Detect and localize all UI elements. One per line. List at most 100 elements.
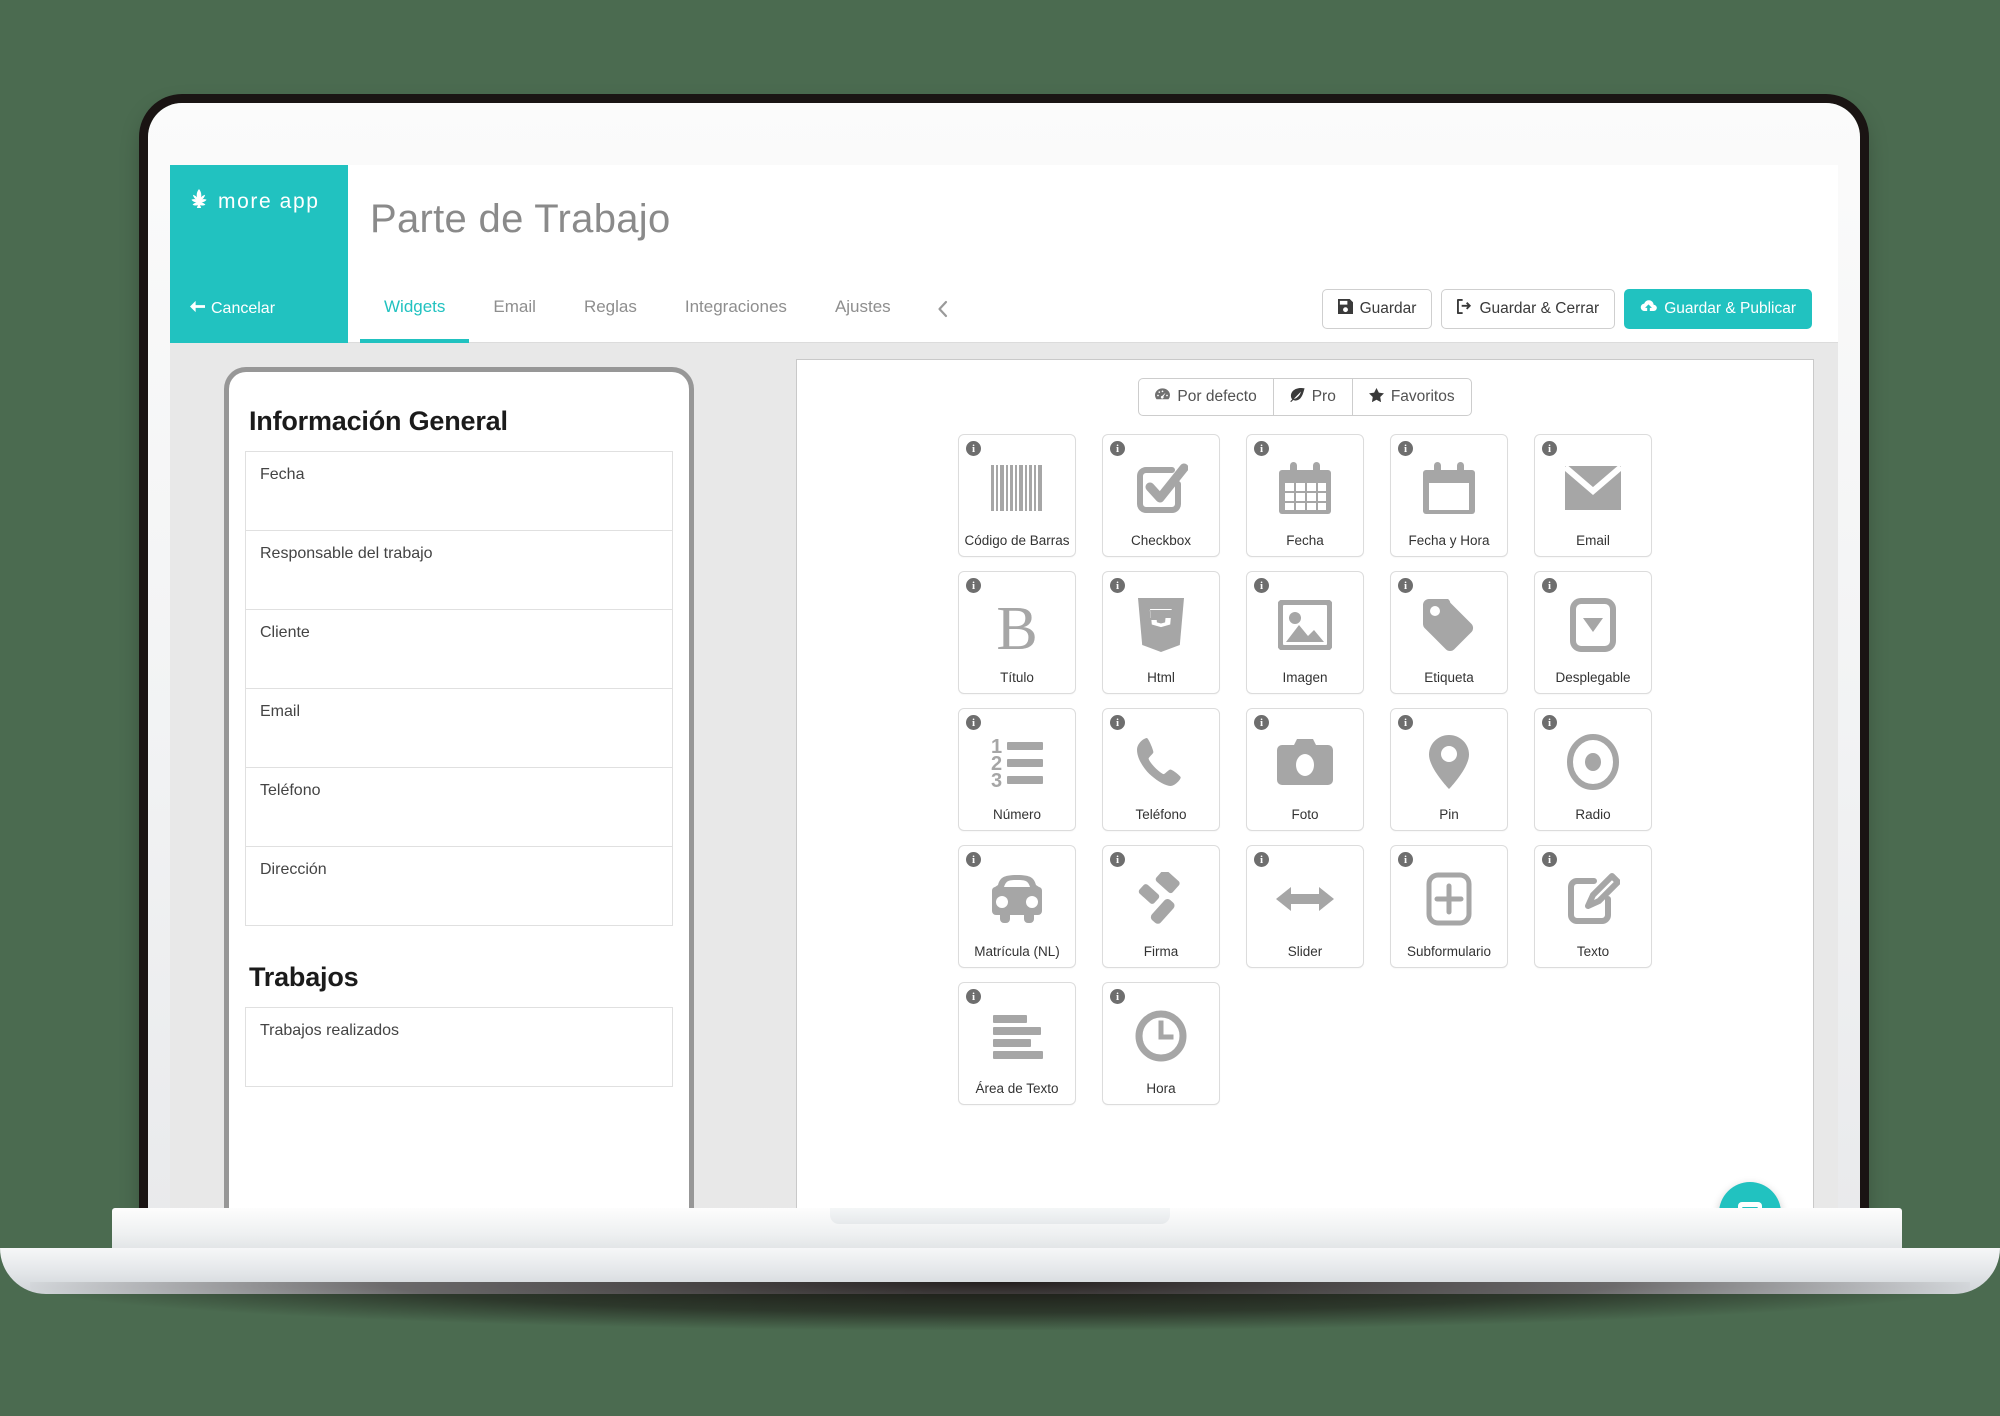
filter-pro-label: Pro [1311,388,1336,405]
tab-widgets[interactable]: Widgets [360,275,470,343]
save-and-close-button[interactable]: Guardar & Cerrar [1441,289,1616,329]
widget-tile-foto[interactable]: i Foto [1246,708,1364,831]
widget-tile-area-de-texto[interactable]: i Área de Texto [958,982,1076,1105]
section-title-informacion-general: Información General [249,406,508,436]
widget-tile-radio[interactable]: i Radio [1534,708,1652,831]
form-field-telefono[interactable]: Teléfono [245,767,673,846]
widget-tile-label: Checkbox [1130,532,1192,548]
form-section-fields: Trabajos realizados [245,1007,673,1087]
info-icon[interactable]: i [1110,441,1125,456]
info-icon[interactable]: i [1398,715,1413,730]
arrow-left-icon [190,299,205,319]
section-title-trabajos: Trabajos [249,962,359,992]
filter-pro[interactable]: Pro [1272,378,1352,416]
widget-tile-subformulario[interactable]: i Subformulario [1390,845,1508,968]
filter-group: Por defecto Pro Favoritos [1138,378,1472,416]
save-button[interactable]: Guardar [1321,289,1433,329]
laptop-drop-shadow [30,1282,1970,1330]
widget-tile-codigo-de-barras[interactable]: i Código de Barras [958,434,1076,557]
save-and-close-label: Guardar & Cerrar [1479,300,1600,317]
cancel-button[interactable]: Cancelar [170,275,348,343]
widget-tile-desplegable[interactable]: i Desplegable [1534,571,1652,694]
info-icon[interactable]: i [1542,578,1557,593]
widget-tile-html[interactable]: i Html [1102,571,1220,694]
widget-tile-label: Código de Barras [964,532,1070,548]
save-and-publish-button[interactable]: Guardar & Publicar [1624,289,1812,329]
brand-logo[interactable]: more app [188,187,320,216]
widget-palette-card: Por defecto Pro Favoritos i Código de Ba… [796,359,1814,1270]
save-button-label: Guardar [1359,300,1417,317]
info-icon[interactable]: i [966,441,981,456]
widget-tile-titulo[interactable]: i B Título [958,571,1076,694]
widget-tile-label: Número [992,806,1041,822]
info-icon[interactable]: i [1110,989,1125,1004]
info-icon[interactable]: i [1542,852,1557,867]
widget-tile-etiqueta[interactable]: i Etiqueta [1390,571,1508,694]
widget-tile-label: Título [1000,669,1034,685]
info-icon[interactable]: i [1542,441,1557,456]
widget-tile-hora[interactable]: i Hora [1102,982,1220,1105]
form-field-fecha[interactable]: Fecha [245,451,673,530]
cloud-upload-icon [1640,299,1657,319]
laptop-frame: more app Parte de Trabajo Cancelar Widge… [148,103,1860,1270]
widget-tile-telefono[interactable]: i Teléfono [1102,708,1220,831]
tab-integraciones[interactable]: Integraciones [661,275,811,343]
info-icon[interactable]: i [1398,441,1413,456]
widget-tile-checkbox[interactable]: i Checkbox [1102,434,1220,557]
info-icon[interactable]: i [1254,441,1269,456]
info-icon[interactable]: i [1398,852,1413,867]
widget-tile-fecha[interactable]: i Fecha [1246,434,1364,557]
info-icon[interactable]: i [1254,852,1269,867]
info-icon[interactable]: i [966,578,981,593]
form-section-fields: Fecha Responsable del trabajo Cliente Em… [245,451,673,926]
widget-tile-pin[interactable]: i Pin [1390,708,1508,831]
info-icon[interactable]: i [1110,578,1125,593]
tab-reglas[interactable]: Reglas [560,275,661,343]
widget-tile-matricula-nl[interactable]: i Matrícula (NL) [958,845,1076,968]
tab-ajustes[interactable]: Ajustes [811,275,915,343]
app-body: Información General Fecha Responsable de… [170,343,1838,1270]
form-field-direccion[interactable]: Dirección [245,846,673,926]
widget-tile-imagen[interactable]: i Imagen [1246,571,1364,694]
info-icon[interactable]: i [966,852,981,867]
form-field-trabajos-realizados[interactable]: Trabajos realizados [245,1007,673,1087]
info-icon[interactable]: i [1110,715,1125,730]
dashboard-icon [1155,388,1171,406]
tab-email[interactable]: Email [469,275,560,343]
form-preview-scroll[interactable]: Información General Fecha Responsable de… [229,372,689,1087]
filter-por-defecto[interactable]: Por defecto [1138,378,1273,416]
widget-tile-label: Subformulario [1406,943,1492,959]
widget-tile-texto[interactable]: i Texto [1534,845,1652,968]
widget-tile-slider[interactable]: i Slider [1246,845,1364,968]
info-icon[interactable]: i [1110,852,1125,867]
widget-tile-label: Teléfono [1135,806,1187,822]
info-icon[interactable]: i [966,715,981,730]
app-header: more app Parte de Trabajo [170,165,1838,343]
widget-tile-label: Firma [1143,943,1179,959]
info-icon[interactable]: i [966,989,981,1004]
form-field-email[interactable]: Email [245,688,673,767]
laptop-screen: more app Parte de Trabajo Cancelar Widge… [170,165,1838,1270]
info-icon[interactable]: i [1254,578,1269,593]
widget-tile-email[interactable]: i Email [1534,434,1652,557]
filter-por-defecto-label: Por defecto [1177,388,1257,405]
save-and-publish-label: Guardar & Publicar [1664,300,1796,317]
info-icon[interactable]: i [1254,715,1269,730]
info-icon[interactable]: i [1398,578,1413,593]
floppy-save-icon [1337,299,1353,319]
widget-tile-label: Slider [1287,943,1323,959]
widget-tile-firma[interactable]: i Firma [1102,845,1220,968]
form-field-responsable[interactable]: Responsable del trabajo [245,530,673,609]
filter-favoritos[interactable]: Favoritos [1351,378,1472,416]
chevron-left-icon[interactable] [915,275,970,343]
widget-tile-numero[interactable]: i 1 2 3 Número [958,708,1076,831]
form-field-cliente[interactable]: Cliente [245,609,673,688]
info-icon[interactable]: i [1542,715,1557,730]
svg-text:3: 3 [991,770,1002,788]
laptop-trackpad-notch [830,1208,1170,1224]
widget-tile-label: Texto [1576,943,1610,959]
wheat-sprout-icon [188,187,210,216]
laptop-base [0,1208,2000,1330]
widget-tile-fecha-y-hora[interactable]: i Fecha y Hora [1390,434,1508,557]
widget-tile-label: Área de Texto [975,1080,1059,1096]
